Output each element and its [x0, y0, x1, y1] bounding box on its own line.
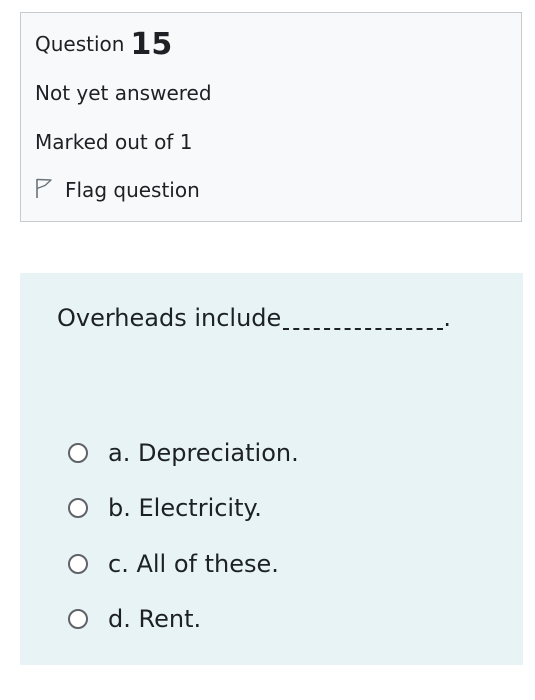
answer-option-c[interactable]: c. All of these. — [68, 536, 299, 592]
answer-option-label: c. All of these. — [108, 549, 279, 578]
flag-question-button[interactable]: Flag question — [35, 175, 200, 205]
radio-unchecked-icon[interactable] — [68, 442, 88, 463]
answer-option-label: a. Depreciation. — [108, 438, 299, 467]
question-info-panel: Question 15 Not yet answered Marked out o… — [20, 12, 522, 222]
question-number: Question 15 — [35, 27, 172, 62]
flag-outline-icon — [35, 177, 65, 204]
question-state: Not yet answered — [35, 81, 212, 105]
answer-option-d[interactable]: d. Rent. — [68, 592, 299, 648]
answer-option-label: d. Rent. — [108, 605, 202, 634]
question-grade: Marked out of 1 — [35, 130, 193, 154]
radio-unchecked-icon[interactable] — [68, 498, 88, 519]
answer-option-b[interactable]: b. Electricity. — [68, 481, 299, 537]
question-content: Overheads include. a. Depreciation. b. E… — [20, 273, 523, 665]
answer-option-label: b. Electricity. — [108, 494, 262, 523]
answer-option-a[interactable]: a. Depreciation. — [68, 425, 299, 481]
answer-options: a. Depreciation. b. Electricity. c. All … — [68, 425, 299, 647]
radio-unchecked-icon[interactable] — [68, 553, 88, 574]
radio-unchecked-icon[interactable] — [68, 609, 88, 630]
question-number-value: 15 — [130, 27, 173, 62]
question-label: Question — [35, 32, 125, 56]
question-text-body: Overheads include — [57, 304, 282, 332]
answer-blank — [283, 304, 444, 330]
flag-question-label: Flag question — [65, 178, 200, 202]
question-text: Overheads include. — [57, 298, 477, 339]
question-text-end: . — [443, 304, 451, 332]
